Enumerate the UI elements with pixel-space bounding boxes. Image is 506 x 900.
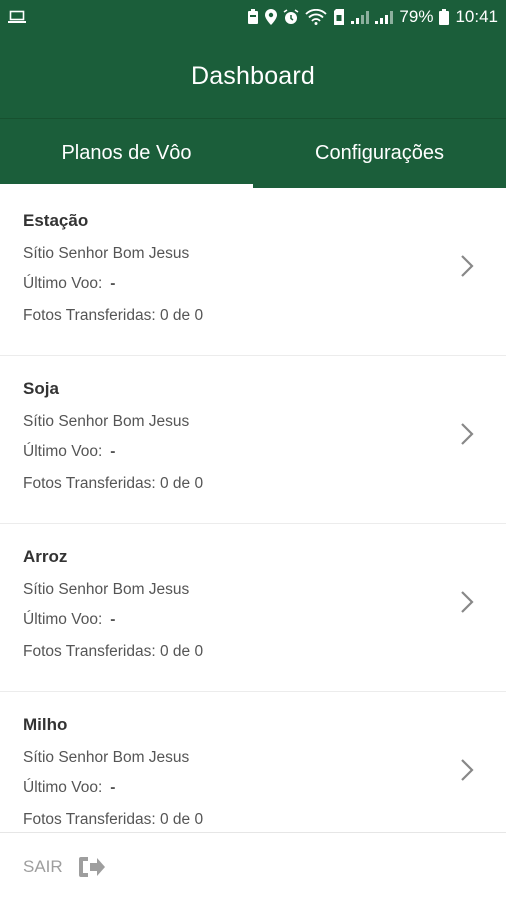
status-left — [8, 10, 26, 24]
signal-1-icon — [351, 10, 370, 24]
list-item[interactable]: Arroz Sítio Senhor Bom Jesus Último Voo:… — [0, 524, 506, 692]
list-item[interactable]: Milho Sítio Senhor Bom Jesus Último Voo:… — [0, 692, 506, 832]
plan-farm: Sítio Senhor Bom Jesus — [23, 749, 190, 766]
last-flight-value: - — [110, 275, 116, 292]
plan-last-flight: Último Voo: - — [23, 274, 482, 294]
plan-photos: Fotos Transferidas: 0 de 0 — [23, 475, 204, 492]
tab-configuracoes[interactable]: Configurações — [253, 119, 506, 188]
last-flight-value: - — [110, 443, 116, 460]
sim-icon — [333, 9, 345, 25]
wifi-icon — [305, 9, 328, 25]
chevron-right-icon — [461, 591, 474, 613]
plan-farm: Sítio Senhor Bom Jesus — [23, 245, 190, 262]
location-icon — [265, 9, 278, 25]
logout-label: SAIR — [23, 856, 63, 876]
plan-last-flight: Último Voo: - — [23, 442, 482, 462]
last-flight-label: Último Voo: — [23, 779, 103, 796]
plan-title: Milho — [23, 715, 68, 734]
status-right: 79% 10:41 — [247, 7, 498, 27]
last-flight-value: - — [110, 611, 116, 628]
flight-plan-list: Estação Sítio Senhor Bom Jesus Último Vo… — [0, 188, 506, 832]
chevron-right-icon — [461, 423, 474, 445]
plan-title: Soja — [23, 379, 59, 398]
plan-farm: Sítio Senhor Bom Jesus — [23, 581, 190, 598]
app-bar: Dashboard — [0, 34, 506, 118]
battery-percent: 79% — [399, 7, 434, 26]
battery-icon — [439, 9, 450, 25]
laptop-icon — [8, 10, 26, 24]
last-flight-value: - — [110, 779, 116, 796]
plan-farm: Sítio Senhor Bom Jesus — [23, 413, 190, 430]
plan-photos: Fotos Transferidas: 0 de 0 — [23, 307, 204, 324]
tab-bar: Planos de Vôo Configurações — [0, 118, 506, 188]
status-time: 10:41 — [455, 7, 498, 26]
tab-planos-de-voo[interactable]: Planos de Vôo — [0, 119, 253, 188]
plan-last-flight: Último Voo: - — [23, 778, 482, 798]
tab-label: Planos de Vôo — [61, 142, 192, 164]
logout-button[interactable]: SAIR — [0, 832, 506, 900]
logout-icon — [78, 856, 105, 877]
plan-last-flight: Último Voo: - — [23, 610, 482, 630]
chevron-right-icon — [461, 255, 474, 277]
list-item[interactable]: Estação Sítio Senhor Bom Jesus Último Vo… — [0, 188, 506, 356]
plan-title: Arroz — [23, 547, 68, 566]
last-flight-label: Último Voo: — [23, 443, 103, 460]
page-title: Dashboard — [190, 61, 316, 90]
tab-label: Configurações — [315, 142, 444, 164]
last-flight-label: Último Voo: — [23, 611, 103, 628]
signal-2-icon — [375, 10, 394, 24]
last-flight-label: Último Voo: — [23, 275, 103, 292]
plan-photos: Fotos Transferidas: 0 de 0 — [23, 811, 204, 828]
battery-saver-icon — [247, 9, 259, 25]
list-item[interactable]: Soja Sítio Senhor Bom Jesus Último Voo: -… — [0, 356, 506, 524]
plan-photos: Fotos Transferidas: 0 de 0 — [23, 643, 204, 660]
status-bar: 79% 10:41 — [0, 0, 506, 34]
chevron-right-icon — [461, 759, 474, 781]
alarm-icon — [283, 9, 299, 25]
plan-title: Estação — [23, 211, 89, 230]
